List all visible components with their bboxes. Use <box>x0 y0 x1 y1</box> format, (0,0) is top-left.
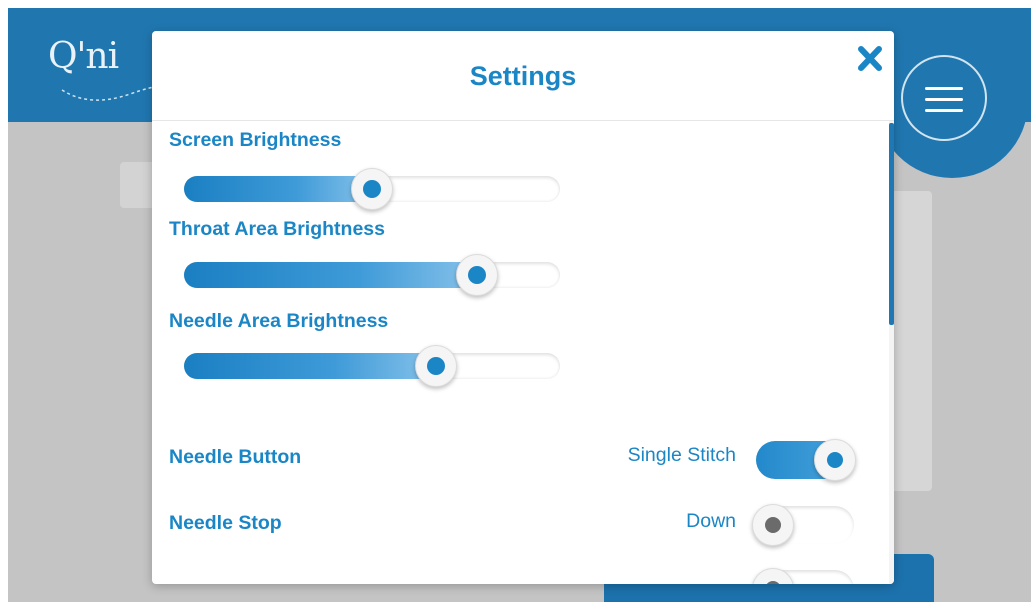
hamburger-icon-bar <box>925 98 963 101</box>
slider-fill <box>184 262 477 288</box>
hamburger-icon-bar <box>925 109 963 112</box>
needle-area-brightness-slider[interactable] <box>184 345 560 387</box>
slider-thumb[interactable] <box>456 254 498 296</box>
throat-area-brightness-label: Throat Area Brightness <box>169 218 385 240</box>
needle-stop-value: Down <box>686 510 736 532</box>
needle-stop-toggle[interactable] <box>752 504 856 546</box>
close-button[interactable] <box>852 41 888 77</box>
throat-area-brightness-slider[interactable] <box>184 254 560 296</box>
app-screen: Q'ni Toolbox Settings Screen Brightness <box>8 8 1031 602</box>
hamburger-menu-button[interactable] <box>901 55 987 141</box>
settings-list: Screen Brightness Throat Area Brightness… <box>152 121 894 584</box>
next-setting-toggle[interactable] <box>752 568 856 584</box>
toggle-knob <box>752 504 794 546</box>
modal-title: Settings <box>469 61 577 91</box>
modal-header: Settings <box>152 31 894 121</box>
slider-fill <box>184 176 372 202</box>
background-panel <box>888 191 932 491</box>
slider-fill <box>184 353 436 379</box>
screen-brightness-slider[interactable] <box>184 168 560 210</box>
needle-area-brightness-label: Needle Area Brightness <box>169 310 389 332</box>
close-x-icon <box>858 46 882 71</box>
slider-thumb[interactable] <box>351 168 393 210</box>
app-logo: Q'ni <box>48 36 119 77</box>
screen-brightness-label: Screen Brightness <box>169 129 342 151</box>
needle-stop-label: Needle Stop <box>169 512 282 534</box>
toggle-knob <box>814 439 856 481</box>
needle-button-toggle[interactable] <box>752 439 856 481</box>
scrollbar-thumb[interactable] <box>889 123 894 325</box>
settings-modal: Settings Screen Brightness Throat Area B… <box>152 31 894 584</box>
needle-button-label: Needle Button <box>169 446 302 468</box>
hamburger-icon <box>925 87 963 90</box>
needle-button-value: Single Stitch <box>627 444 736 466</box>
slider-thumb[interactable] <box>415 345 457 387</box>
